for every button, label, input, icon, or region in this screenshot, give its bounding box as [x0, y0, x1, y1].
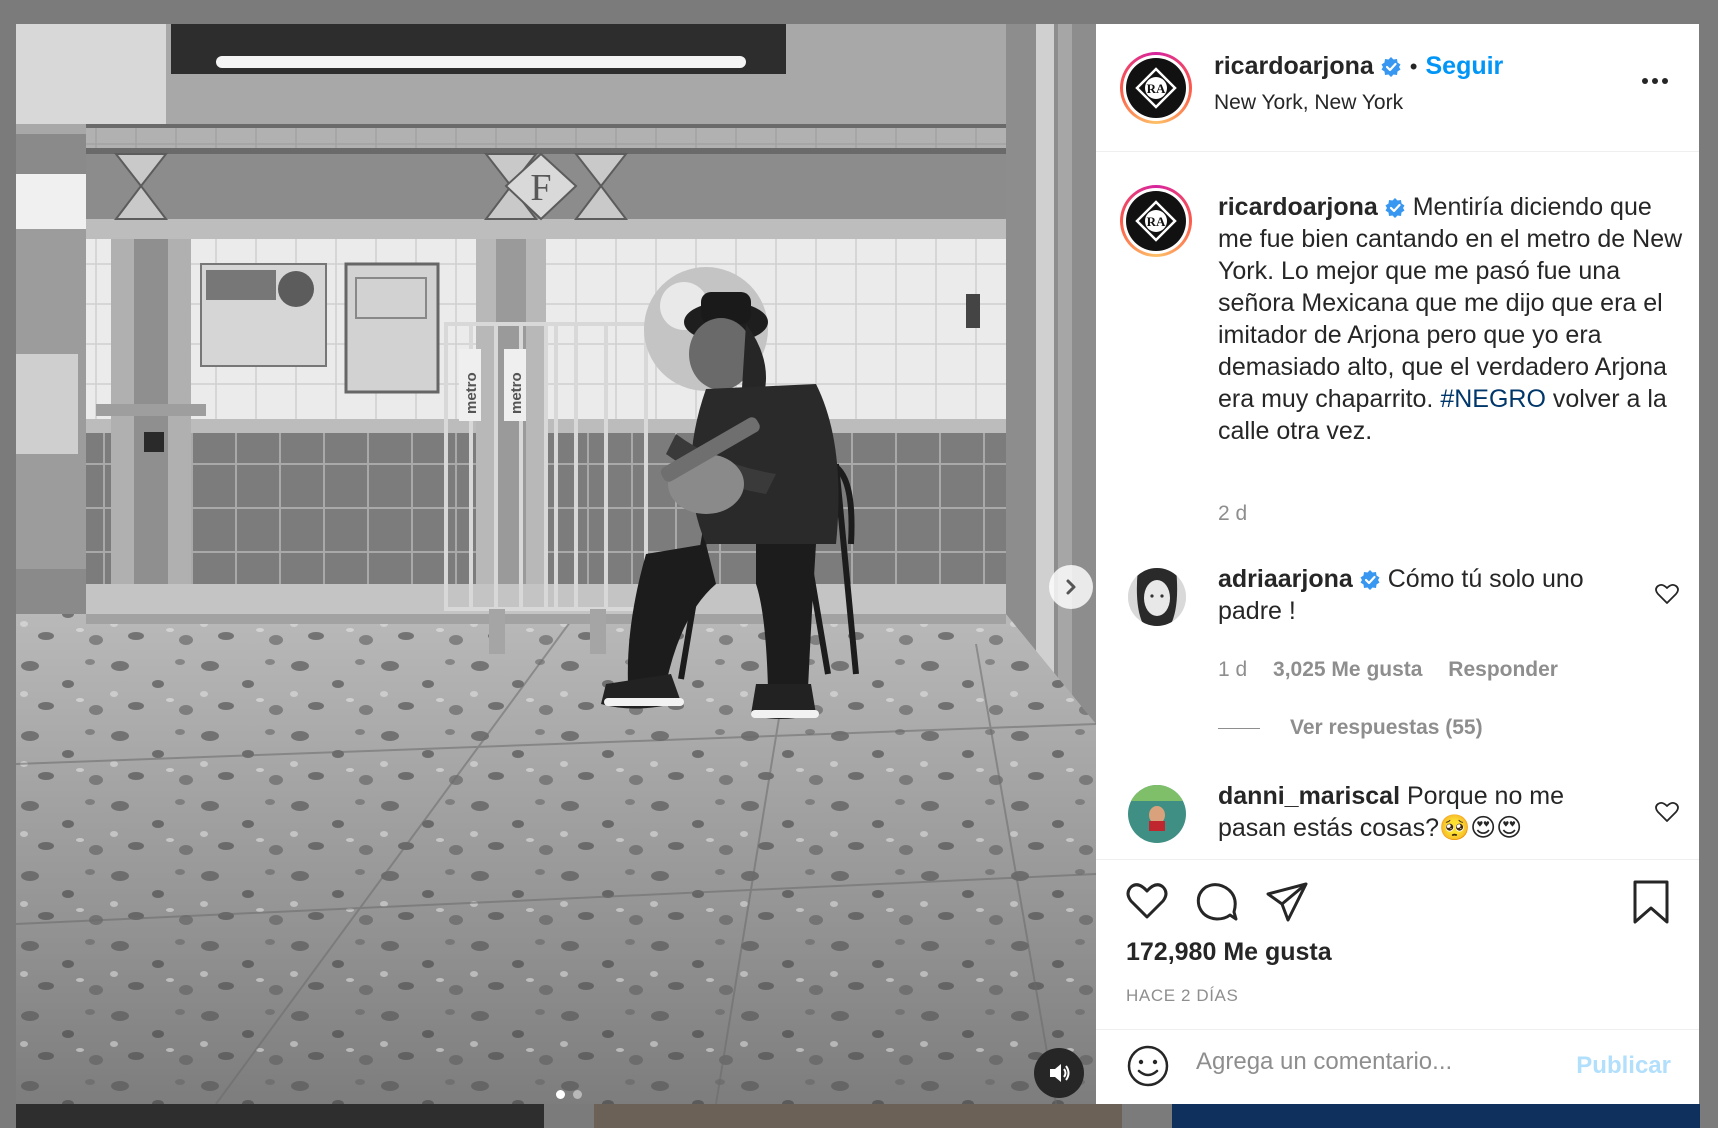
bin-label-right: metro [508, 372, 525, 414]
verified-badge-icon [1385, 198, 1405, 219]
view-replies-button[interactable]: Ver respuestas (55) [1218, 716, 1483, 740]
next-image-button[interactable] [1049, 565, 1093, 609]
add-comment-bar: Publicar [1096, 1029, 1699, 1104]
avatar-monogram: RA [1147, 214, 1166, 229]
comments-scroll-area[interactable]: RA ricardoarjona Mentiría diciendo que m… [1096, 153, 1699, 859]
bin-label-left: metro [463, 372, 480, 414]
caption-body: Mentiría diciendo que me fue bien cantan… [1218, 193, 1683, 413]
caption-hashtag[interactable]: #NEGRO [1440, 385, 1546, 413]
verified-badge-icon [1381, 56, 1401, 77]
comment-text: adriaarjona Cómo tú solo uno padre ! [1218, 563, 1638, 627]
comment-meta: 1 d 3,025 Me gusta Responder [1218, 658, 1578, 682]
post-header: RA ricardoarjona • Seguir New York, New … [1096, 24, 1699, 152]
ra-logo-icon: RA [1135, 67, 1177, 109]
post-time-ago[interactable]: HACE 2 DÍAS [1126, 986, 1238, 1006]
grid-thumbnail[interactable] [1172, 1104, 1700, 1128]
header-title-row: ricardoarjona • Seguir [1214, 52, 1503, 81]
header-username[interactable]: ricardoarjona [1214, 52, 1374, 81]
caption-timestamp[interactable]: 2 d [1218, 502, 1247, 526]
heart-icon [1126, 883, 1168, 919]
caption-author-avatar[interactable]: RA [1120, 185, 1192, 257]
post-photo[interactable]: F metro metro [16, 24, 1096, 1104]
caption-username[interactable]: ricardoarjona [1218, 193, 1378, 221]
replies-divider [1218, 727, 1260, 729]
chevron-right-icon [1066, 579, 1076, 595]
post-actions: 172,980 Me gusta HACE 2 DÍAS [1096, 859, 1699, 1029]
bookmark-icon [1633, 880, 1669, 924]
follow-button[interactable]: Seguir [1425, 52, 1503, 81]
person-avatar-icon [1128, 568, 1186, 626]
caption-text: ricardoarjona Mentiría diciendo que me f… [1218, 191, 1683, 447]
carousel-indicator [556, 1090, 582, 1099]
comment-time[interactable]: 1 d [1218, 658, 1247, 681]
like-count[interactable]: 172,980 Me gusta [1126, 938, 1332, 967]
header-separator: • [1409, 53, 1418, 79]
volume-toggle-button[interactable] [1034, 1048, 1084, 1098]
reply-button[interactable]: Responder [1448, 658, 1558, 681]
save-button[interactable] [1632, 880, 1670, 929]
share-button[interactable] [1266, 882, 1308, 927]
comment-icon [1196, 883, 1238, 921]
share-icon [1266, 882, 1308, 922]
like-comment-button[interactable] [1655, 583, 1679, 610]
comment-button[interactable] [1196, 882, 1238, 927]
post-details-panel: RA ricardoarjona • Seguir New York, New … [1096, 24, 1699, 1104]
post-location[interactable]: New York, New York [1214, 91, 1403, 115]
comment-likes[interactable]: 3,025 Me gusta [1273, 658, 1422, 681]
publish-button[interactable]: Publicar [1576, 1052, 1671, 1080]
avatar-monogram: RA [1147, 81, 1166, 96]
volume-icon [1050, 1064, 1070, 1082]
heart-small-icon [1655, 801, 1679, 822]
more-options-icon [1642, 78, 1668, 84]
emoji-icon [1127, 1045, 1169, 1087]
view-replies-label: Ver respuestas (55) [1290, 716, 1483, 739]
grid-thumbnail[interactable] [16, 1104, 544, 1128]
comment-username[interactable]: adriaarjona [1218, 565, 1353, 593]
pool-avatar-icon [1128, 785, 1186, 843]
ra-logo-icon: RA [1135, 200, 1177, 242]
carousel-dot-active [556, 1090, 565, 1099]
commenter-avatar[interactable] [1128, 568, 1186, 626]
comment-input[interactable] [1196, 1048, 1556, 1076]
like-button[interactable] [1126, 882, 1168, 925]
author-avatar[interactable]: RA [1120, 52, 1192, 124]
commenter-avatar[interactable] [1128, 785, 1186, 843]
comment-username[interactable]: danni_mariscal [1218, 782, 1400, 810]
heart-small-icon [1655, 583, 1679, 604]
like-comment-button[interactable] [1655, 801, 1679, 828]
emoji-button[interactable] [1126, 1044, 1170, 1093]
carousel-dot [573, 1090, 582, 1099]
station-letter-sign: F [530, 167, 551, 209]
subway-photo-illustration: F metro metro [16, 24, 1096, 1104]
more-options-button[interactable] [1641, 72, 1669, 90]
verified-badge-icon [1360, 570, 1380, 591]
grid-thumbnail[interactable] [594, 1104, 1122, 1128]
comment-text: danni_mariscal Porque no me pasan estás … [1218, 780, 1638, 844]
